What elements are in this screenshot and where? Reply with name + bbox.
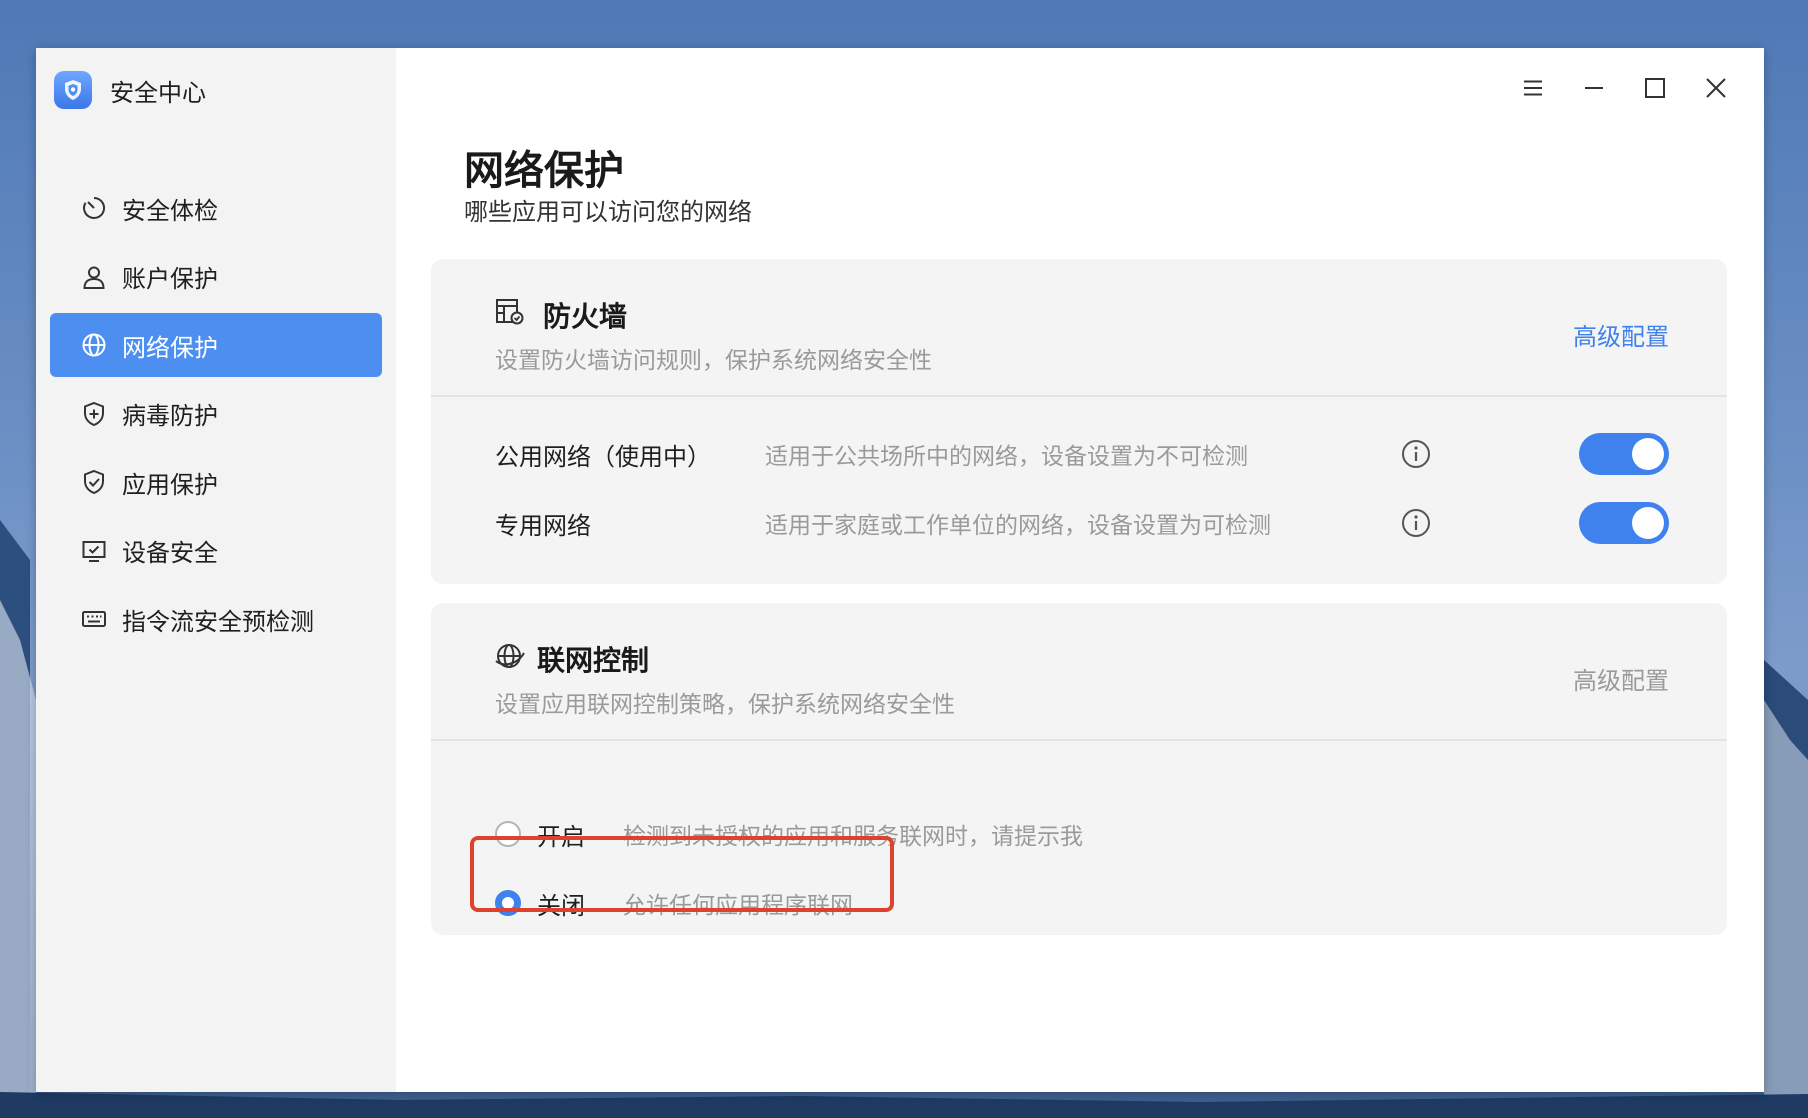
network-row-public: 公用网络（使用中） 适用于公共场所中的网络，设备设置为不可检测 [431, 429, 1727, 479]
network-label: 公用网络（使用中） [495, 442, 711, 471]
sidebar-item-device-security[interactable]: 设备安全 [50, 519, 382, 583]
close-icon [1705, 77, 1727, 103]
sidebar-item-label: 病毒防护 [122, 402, 218, 430]
app-header: 安全中心 [54, 66, 206, 114]
firewall-card: 防火墙 设置防火墙访问规则，保护系统网络安全性 高级配置 公用网络（使用中） 适… [431, 259, 1727, 584]
app-title: 安全中心 [110, 78, 206, 107]
network-description: 适用于公共场所中的网络，设备设置为不可检测 [765, 444, 1248, 470]
shield-check-icon [80, 468, 108, 496]
private-network-toggle[interactable] [1579, 502, 1669, 544]
toggle-knob [1632, 507, 1664, 539]
sidebar-item-virus-protection[interactable]: 病毒防护 [50, 382, 382, 446]
user-icon [80, 263, 108, 291]
toggle-knob [1632, 438, 1664, 470]
shield-plus-icon [80, 400, 108, 428]
close-button[interactable] [1685, 62, 1746, 118]
info-icon[interactable] [1401, 508, 1431, 538]
minimize-button[interactable] [1563, 62, 1624, 118]
network-control-advanced-config-link[interactable]: 高级配置 [1573, 661, 1669, 696]
scan-icon [80, 194, 108, 222]
firewall-icon [495, 297, 525, 327]
network-control-title: 联网控制 [537, 644, 650, 677]
sidebar-item-security-check[interactable]: 安全体检 [50, 176, 382, 240]
menu-button[interactable] [1502, 62, 1563, 118]
info-icon[interactable] [1401, 439, 1431, 469]
sidebar-item-app-protection[interactable]: 应用保护 [50, 450, 382, 514]
security-center-window: 安全中心 安全体检 账户保护 网络保护 病毒防护 应用保护 设备安全 指令流安全… [36, 48, 1764, 1092]
main-content: 网络保护 哪些应用可以访问您的网络 防火墙 设置防火墙访问规则，保护系统网络安全… [396, 48, 1764, 1092]
firewall-description: 设置防火墙访问规则，保护系统网络安全性 [495, 348, 932, 374]
sidebar-item-label: 设备安全 [122, 539, 218, 567]
network-row-private: 专用网络 适用于家庭或工作单位的网络，设备设置为可检测 [431, 498, 1727, 548]
network-control-description: 设置应用联网控制策略，保护系统网络安全性 [495, 692, 955, 718]
public-network-toggle[interactable] [1579, 433, 1669, 475]
sidebar-item-network-protection[interactable]: 网络保护 [50, 313, 382, 377]
page-title: 网络保护 [464, 148, 624, 194]
shield-logo-icon [54, 71, 92, 109]
sidebar-item-command-stream-precheck[interactable]: 指令流安全预检测 [50, 587, 382, 651]
sidebar-item-label: 账户保护 [122, 265, 218, 293]
keyboard-icon [80, 605, 108, 633]
sidebar-nav: 安全体检 账户保护 网络保护 病毒防护 应用保护 设备安全 指令流安全预检测 [50, 176, 382, 656]
network-label: 专用网络 [495, 511, 591, 540]
maximize-button[interactable] [1624, 62, 1685, 118]
firewall-title: 防火墙 [543, 300, 628, 333]
sidebar-item-label: 网络保护 [122, 333, 218, 362]
sidebar-item-label: 应用保护 [122, 470, 218, 499]
firewall-card-header: 防火墙 设置防火墙访问规则，保护系统网络安全性 高级配置 [431, 259, 1727, 397]
minimize-icon [1583, 77, 1605, 103]
firewall-advanced-config-link[interactable]: 高级配置 [1573, 317, 1669, 352]
sidebar-item-label: 指令流安全预检测 [122, 607, 314, 636]
menu-icon [1522, 77, 1544, 103]
sidebar-item-label: 安全体检 [122, 196, 218, 225]
globe-icon [80, 331, 108, 359]
page-subtitle: 哪些应用可以访问您的网络 [464, 198, 752, 226]
monitor-check-icon [80, 537, 108, 565]
sidebar-item-account-protection[interactable]: 账户保护 [50, 245, 382, 309]
maximize-icon [1644, 77, 1666, 103]
sidebar: 安全中心 安全体检 账户保护 网络保护 病毒防护 应用保护 设备安全 指令流安全… [36, 48, 396, 1092]
network-globe-icon [495, 641, 525, 671]
network-description: 适用于家庭或工作单位的网络，设备设置为可检测 [765, 513, 1271, 539]
highlight-box [470, 836, 894, 912]
window-controls [1502, 62, 1746, 118]
network-control-card-header: 联网控制 设置应用联网控制策略，保护系统网络安全性 高级配置 [431, 603, 1727, 741]
